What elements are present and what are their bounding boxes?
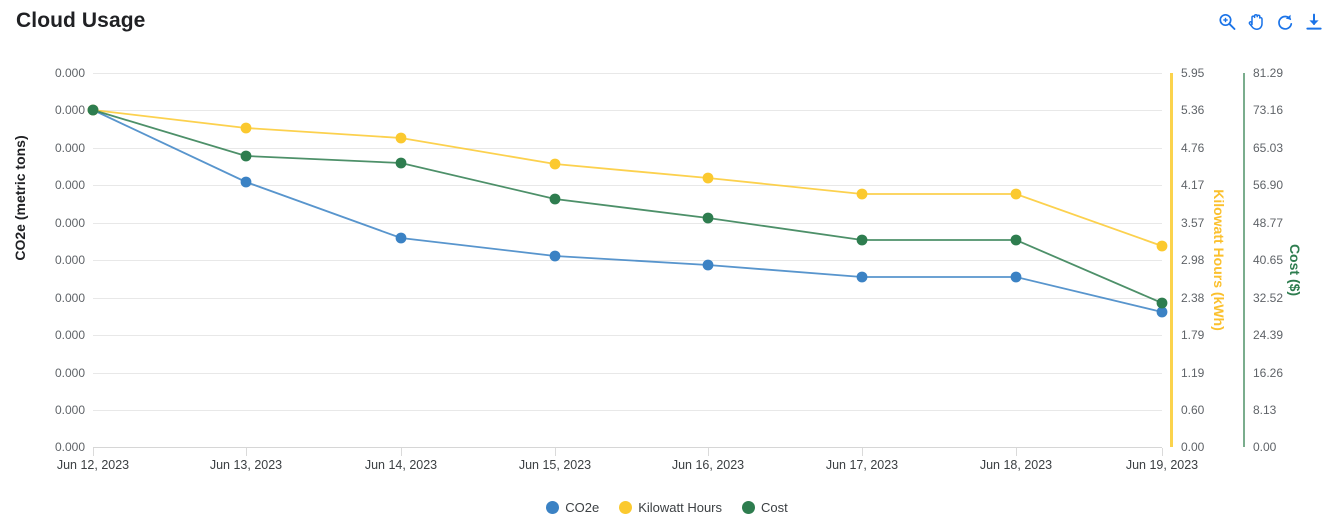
- x-axis-tick: [862, 448, 863, 456]
- cost-axis-tick-label: 73.16: [1253, 103, 1284, 117]
- gridline: [93, 110, 1162, 111]
- cost-axis-tick-label: 40.65: [1253, 253, 1284, 267]
- legend-label: CO2e: [565, 500, 600, 515]
- kwh-axis-tick-label: 2.38: [1181, 291, 1205, 305]
- cost-axis-tick-label: 0.00: [1253, 440, 1277, 454]
- x-axis-tick-label: Jun 17, 2023: [825, 458, 899, 472]
- x-axis-tick-label: Jun 19, 2023: [1125, 458, 1199, 472]
- x-axis-tick-label: Jun 13, 2023: [209, 458, 283, 472]
- legend-label: Kilowatt Hours: [638, 500, 723, 515]
- left-axis-title: CO2e (metric tons): [12, 135, 28, 261]
- legend-swatch-icon: [742, 501, 756, 514]
- x-axis-tick: [246, 448, 247, 456]
- chart-header: Cloud Usage: [0, 0, 1334, 48]
- left-axis-tick-label: 0.000: [54, 103, 85, 117]
- kwh-axis-title: Kilowatt Hours (kWh): [1211, 189, 1227, 331]
- kwh-axis-tick-label: 0.00: [1181, 440, 1205, 454]
- cost-axis-tick-label: 81.29: [1253, 66, 1284, 80]
- gridline: [93, 373, 1162, 374]
- x-axis-tick: [1162, 448, 1163, 456]
- x-axis-tick: [401, 448, 402, 456]
- x-axis-tick: [708, 448, 709, 456]
- gridline: [93, 335, 1162, 336]
- gridline: [93, 148, 1162, 149]
- kwh-axis-tick-label: 4.17: [1181, 178, 1205, 192]
- cost-axis-tick-label: 24.39: [1253, 328, 1284, 342]
- legend-item-kilowatt-hours[interactable]: Kilowatt Hours: [619, 500, 722, 515]
- kwh-axis-tick-label: 5.95: [1181, 66, 1205, 80]
- kwh-axis-tick-label: 0.60: [1181, 403, 1205, 417]
- left-axis-tick-label: 0.000: [54, 440, 85, 454]
- gridline: [93, 260, 1162, 261]
- plot-area[interactable]: [93, 73, 1162, 448]
- x-axis-line: [93, 447, 1162, 448]
- left-axis-tick-label: 0.000: [54, 328, 85, 342]
- gridline: [93, 223, 1162, 224]
- chart-legend: CO2e Kilowatt Hours Cost: [0, 500, 1334, 515]
- legend-item-co2e[interactable]: CO2e: [546, 500, 599, 515]
- x-axis-tick-label: Jun 15, 2023: [518, 458, 592, 472]
- left-axis-tick-label: 0.000: [54, 366, 85, 380]
- gridline: [93, 410, 1162, 411]
- reset-icon[interactable]: [1275, 12, 1295, 32]
- cost-axis-tick-label: 8.13: [1253, 403, 1277, 417]
- left-axis-tick-label: 0.000: [54, 66, 85, 80]
- kwh-axis-tick-label: 5.36: [1181, 103, 1205, 117]
- gridline: [93, 73, 1162, 74]
- x-axis-tick: [555, 448, 556, 456]
- left-axis-tick-label: 0.000: [54, 403, 85, 417]
- cost-axis-tick-label: 65.03: [1253, 141, 1284, 155]
- x-axis-tick-label: Jun 16, 2023: [671, 458, 745, 472]
- cost-axis-line: [1243, 73, 1245, 447]
- cost-axis-tick-label: 56.90: [1253, 178, 1284, 192]
- chart-toolbar: [1217, 12, 1324, 32]
- gridline: [93, 298, 1162, 299]
- pan-icon[interactable]: [1246, 12, 1266, 32]
- gridline: [93, 185, 1162, 186]
- cost-axis-tick-label: 32.52: [1253, 291, 1284, 305]
- legend-label: Cost: [761, 500, 788, 515]
- legend-swatch-icon: [546, 501, 560, 514]
- kwh-axis-tick-label: 2.98: [1181, 253, 1205, 267]
- zoom-in-icon[interactable]: [1217, 12, 1237, 32]
- kwh-axis-tick-label: 3.57: [1181, 216, 1205, 230]
- legend-item-cost[interactable]: Cost: [742, 500, 788, 515]
- cost-axis-tick-label: 48.77: [1253, 216, 1284, 230]
- legend-swatch-icon: [619, 501, 633, 514]
- kwh-axis-tick-label: 1.19: [1181, 366, 1205, 380]
- kwh-axis-line: [1170, 73, 1173, 447]
- cost-axis-tick-label: 16.26: [1253, 366, 1284, 380]
- kwh-axis-tick-label: 1.79: [1181, 328, 1205, 342]
- kwh-axis-tick-label: 4.76: [1181, 141, 1205, 155]
- cost-axis-title: Cost ($): [1287, 243, 1303, 297]
- x-axis: Jun 12, 2023 Jun 13, 2023 Jun 14, 2023 Jun …: [0, 458, 1334, 478]
- x-axis-tick: [1016, 448, 1017, 456]
- x-axis-tick-label: Jun 14, 2023: [364, 458, 438, 472]
- download-icon[interactable]: [1304, 12, 1324, 32]
- x-axis-tick: [93, 448, 94, 456]
- x-axis-tick-label: Jun 18, 2023: [979, 458, 1053, 472]
- left-axis-tick-label: 0.000: [54, 291, 85, 305]
- x-axis-tick-label: Jun 12, 2023: [56, 458, 130, 472]
